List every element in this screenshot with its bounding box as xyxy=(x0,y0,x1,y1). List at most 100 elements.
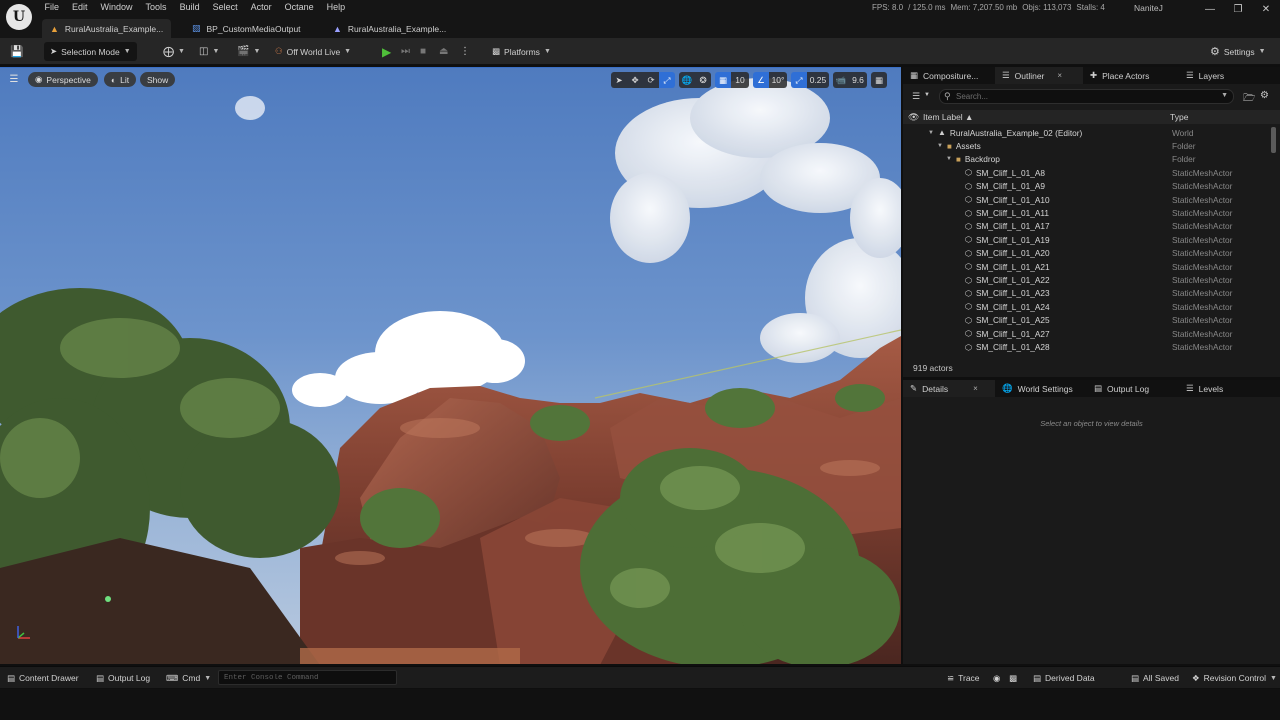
revision-control-button[interactable]: ❖ Revision Control ▼ xyxy=(1192,671,1277,685)
expand-arrow-icon[interactable]: ▼ xyxy=(928,130,934,136)
select-tool-icon[interactable]: ➤ xyxy=(611,72,627,88)
menu-tools[interactable]: Tools xyxy=(139,0,173,19)
tab-layers[interactable]: ☰ Layers xyxy=(1179,67,1259,84)
all-saved-button[interactable]: ▤ All Saved xyxy=(1131,671,1179,685)
outliner-row[interactable]: ⬡ SM_Cliff_L_01_A21 StaticMeshActor xyxy=(903,260,1271,273)
derived-data-button[interactable]: ▤ Derived Data xyxy=(1033,671,1095,685)
menu-help[interactable]: Help xyxy=(320,0,352,19)
play-button[interactable]: ▶ xyxy=(382,42,391,61)
scale-snap-icon[interactable]: ⤢ xyxy=(791,72,807,88)
tab-composure[interactable]: ▦ Compositure... xyxy=(903,67,995,84)
rotate-tool-icon[interactable]: ⟳ xyxy=(643,72,659,88)
outliner-search[interactable]: ⚲ ▼ xyxy=(939,89,1234,104)
scale-snap-value[interactable]: 0.25 xyxy=(807,72,829,88)
outliner-row[interactable]: ⬡ SM_Cliff_L_01_A28 StaticMeshActor xyxy=(903,340,1271,353)
tab-world-settings[interactable]: 🌐 World Settings xyxy=(995,380,1087,397)
expand-arrow-icon[interactable]: ▼ xyxy=(937,143,943,149)
cmd-dropdown[interactable]: ⌨ Cmd ▼ xyxy=(166,671,211,685)
visibility-icon[interactable]: 👁 xyxy=(908,112,919,123)
scale-tool-icon[interactable]: ⤢ xyxy=(659,72,675,88)
outliner-row[interactable]: ⬡ SM_Cliff_L_01_A8 StaticMeshActor xyxy=(903,166,1271,179)
grid-snap-value[interactable]: 10 xyxy=(731,72,749,88)
level-viewport[interactable]: ☰ ◉ Perspective ◐ Lit Show ➤ ✥ ⟳ ⤢ 🌐 ❂ ▦… xyxy=(0,67,901,664)
console-command-input[interactable] xyxy=(218,670,397,685)
tab-outliner[interactable]: ☰ Outliner × xyxy=(995,67,1083,84)
stop-button[interactable]: ■ xyxy=(420,42,426,61)
surface-snap-icon[interactable]: ❂ xyxy=(695,72,711,88)
camera-speed-icon[interactable]: 📹 xyxy=(833,72,849,88)
outliner-row[interactable]: ⬡ SM_Cliff_L_01_A24 StaticMeshActor xyxy=(903,300,1271,313)
add-folder-icon[interactable]: 🗁 xyxy=(1243,91,1255,108)
chevron-down-icon[interactable]: ▼ xyxy=(1221,92,1228,99)
menu-file[interactable]: File xyxy=(38,0,66,19)
selection-mode-dropdown[interactable]: ➤ Selection Mode ▼ xyxy=(44,42,137,61)
outliner-row[interactable]: ▼ ■ Assets Folder xyxy=(903,139,1271,152)
menu-window[interactable]: Window xyxy=(94,0,139,19)
grid-snap-icon[interactable]: ▦ xyxy=(715,72,731,88)
eject-button[interactable]: ⏏ xyxy=(439,42,448,61)
unreal-logo-icon[interactable]: U xyxy=(6,4,32,30)
tab-output-log[interactable]: ▤ Output Log xyxy=(1087,380,1179,397)
expand-arrow-icon[interactable]: ▼ xyxy=(946,156,952,162)
translate-tool-icon[interactable]: ✥ xyxy=(627,72,643,88)
settings-dropdown[interactable]: ⚙ Settings ▼ xyxy=(1210,42,1266,61)
tab-place-actors[interactable]: ✚ Place Actors xyxy=(1083,67,1179,84)
play-mode-dropdown[interactable]: ⚇ Off World Live ▼ xyxy=(275,42,351,61)
chevron-down-icon[interactable]: ▼ xyxy=(924,92,930,98)
step-button[interactable]: ⏭ xyxy=(401,42,410,61)
type-column[interactable]: Type xyxy=(1170,112,1188,122)
view-mode-dropdown[interactable]: ◐ Lit xyxy=(104,72,137,87)
outliner-row[interactable]: ⬡ SM_Cliff_L_01_A23 StaticMeshActor xyxy=(903,287,1271,300)
rotate-snap-value[interactable]: 10° xyxy=(769,72,787,88)
menu-actor[interactable]: Actor xyxy=(244,0,278,19)
outliner-row[interactable]: ▼ ▲ RuralAustralia_Example_02 (Editor) Worl… xyxy=(903,126,1271,139)
outliner-row[interactable]: ⬡ SM_Cliff_L_01_A19 StaticMeshActor xyxy=(903,233,1271,246)
viewport-menu-icon[interactable]: ☰ xyxy=(7,73,21,86)
screenshot-button[interactable]: ▩ xyxy=(1009,671,1017,685)
world-local-icon[interactable]: 🌐 xyxy=(679,72,695,88)
rotate-snap-icon[interactable]: ∠ xyxy=(753,72,769,88)
show-dropdown[interactable]: Show xyxy=(140,72,176,87)
outliner-row[interactable]: ⬡ SM_Cliff_L_01_A9 StaticMeshActor xyxy=(903,180,1271,193)
maximize-viewport-icon[interactable]: ▦ xyxy=(871,72,887,88)
play-options-button[interactable]: ⋮ xyxy=(460,42,470,61)
close-icon[interactable]: × xyxy=(973,384,978,393)
tab-level-main[interactable]: ▲ RuralAustralia_Example... xyxy=(42,19,172,38)
outliner-scrollbar[interactable] xyxy=(1271,127,1276,153)
tab-details[interactable]: ✎ Details × xyxy=(903,380,995,397)
record-button[interactable]: ◉ xyxy=(993,671,1000,685)
camera-speed-value[interactable]: 9.6 xyxy=(849,72,867,88)
output-log-button[interactable]: ▤ Output Log xyxy=(96,671,150,685)
filter-icon[interactable]: ☰ xyxy=(912,91,920,102)
minimize-icon[interactable]: — xyxy=(1196,0,1224,19)
save-button[interactable]: 💾 xyxy=(10,42,24,61)
outliner-row[interactable]: ⬡ SM_Cliff_L_01_A25 StaticMeshActor xyxy=(903,314,1271,327)
outliner-row[interactable]: ⬡ SM_Cliff_L_01_A20 StaticMeshActor xyxy=(903,247,1271,260)
close-icon[interactable]: × xyxy=(1057,71,1062,80)
menu-octane[interactable]: Octane xyxy=(278,0,320,19)
outliner-row[interactable]: ⬡ SM_Cliff_L_01_A11 StaticMeshActor xyxy=(903,206,1271,219)
cinematics-button[interactable]: 🎬 ▼ xyxy=(237,42,260,61)
tab-level-secondary[interactable]: ▲ RuralAustralia_Example... xyxy=(325,19,454,38)
perspective-dropdown[interactable]: ◉ Perspective xyxy=(28,72,98,87)
outliner-row[interactable]: ⬡ SM_Cliff_L_01_A17 StaticMeshActor xyxy=(903,220,1271,233)
trace-button[interactable]: ≌ Trace xyxy=(947,671,980,685)
close-window-icon[interactable]: ✕ xyxy=(1252,0,1280,19)
content-drawer-button[interactable]: ▤ Content Drawer xyxy=(7,671,79,685)
restore-icon[interactable]: ❐ xyxy=(1224,0,1252,19)
menu-edit[interactable]: Edit xyxy=(66,0,95,19)
tab-blueprint[interactable]: ▧ BP_CustomMediaOutput xyxy=(184,19,309,38)
blueprints-button[interactable]: ◫ ▼ xyxy=(199,42,219,61)
search-input[interactable] xyxy=(956,92,1216,101)
outliner-row[interactable]: ⬡ SM_Cliff_L_01_A10 StaticMeshActor xyxy=(903,193,1271,206)
gear-icon[interactable]: ⚙ xyxy=(1260,90,1269,101)
menu-build[interactable]: Build xyxy=(173,0,206,19)
outliner-row[interactable]: ⬡ SM_Cliff_L_01_A22 StaticMeshActor xyxy=(903,273,1271,286)
tab-levels[interactable]: ☰ Levels xyxy=(1179,380,1259,397)
platforms-dropdown[interactable]: ▩ Platforms ▼ xyxy=(492,42,551,61)
add-actor-button[interactable]: ⨁ ▼ xyxy=(163,42,185,61)
menu-select[interactable]: Select xyxy=(206,0,244,19)
outliner-row[interactable]: ⬡ SM_Cliff_L_01_A27 StaticMeshActor xyxy=(903,327,1271,340)
item-label-column[interactable]: Item Label ▲ xyxy=(923,112,973,122)
outliner-row[interactable]: ▼ ■ Backdrop Folder xyxy=(903,153,1271,166)
